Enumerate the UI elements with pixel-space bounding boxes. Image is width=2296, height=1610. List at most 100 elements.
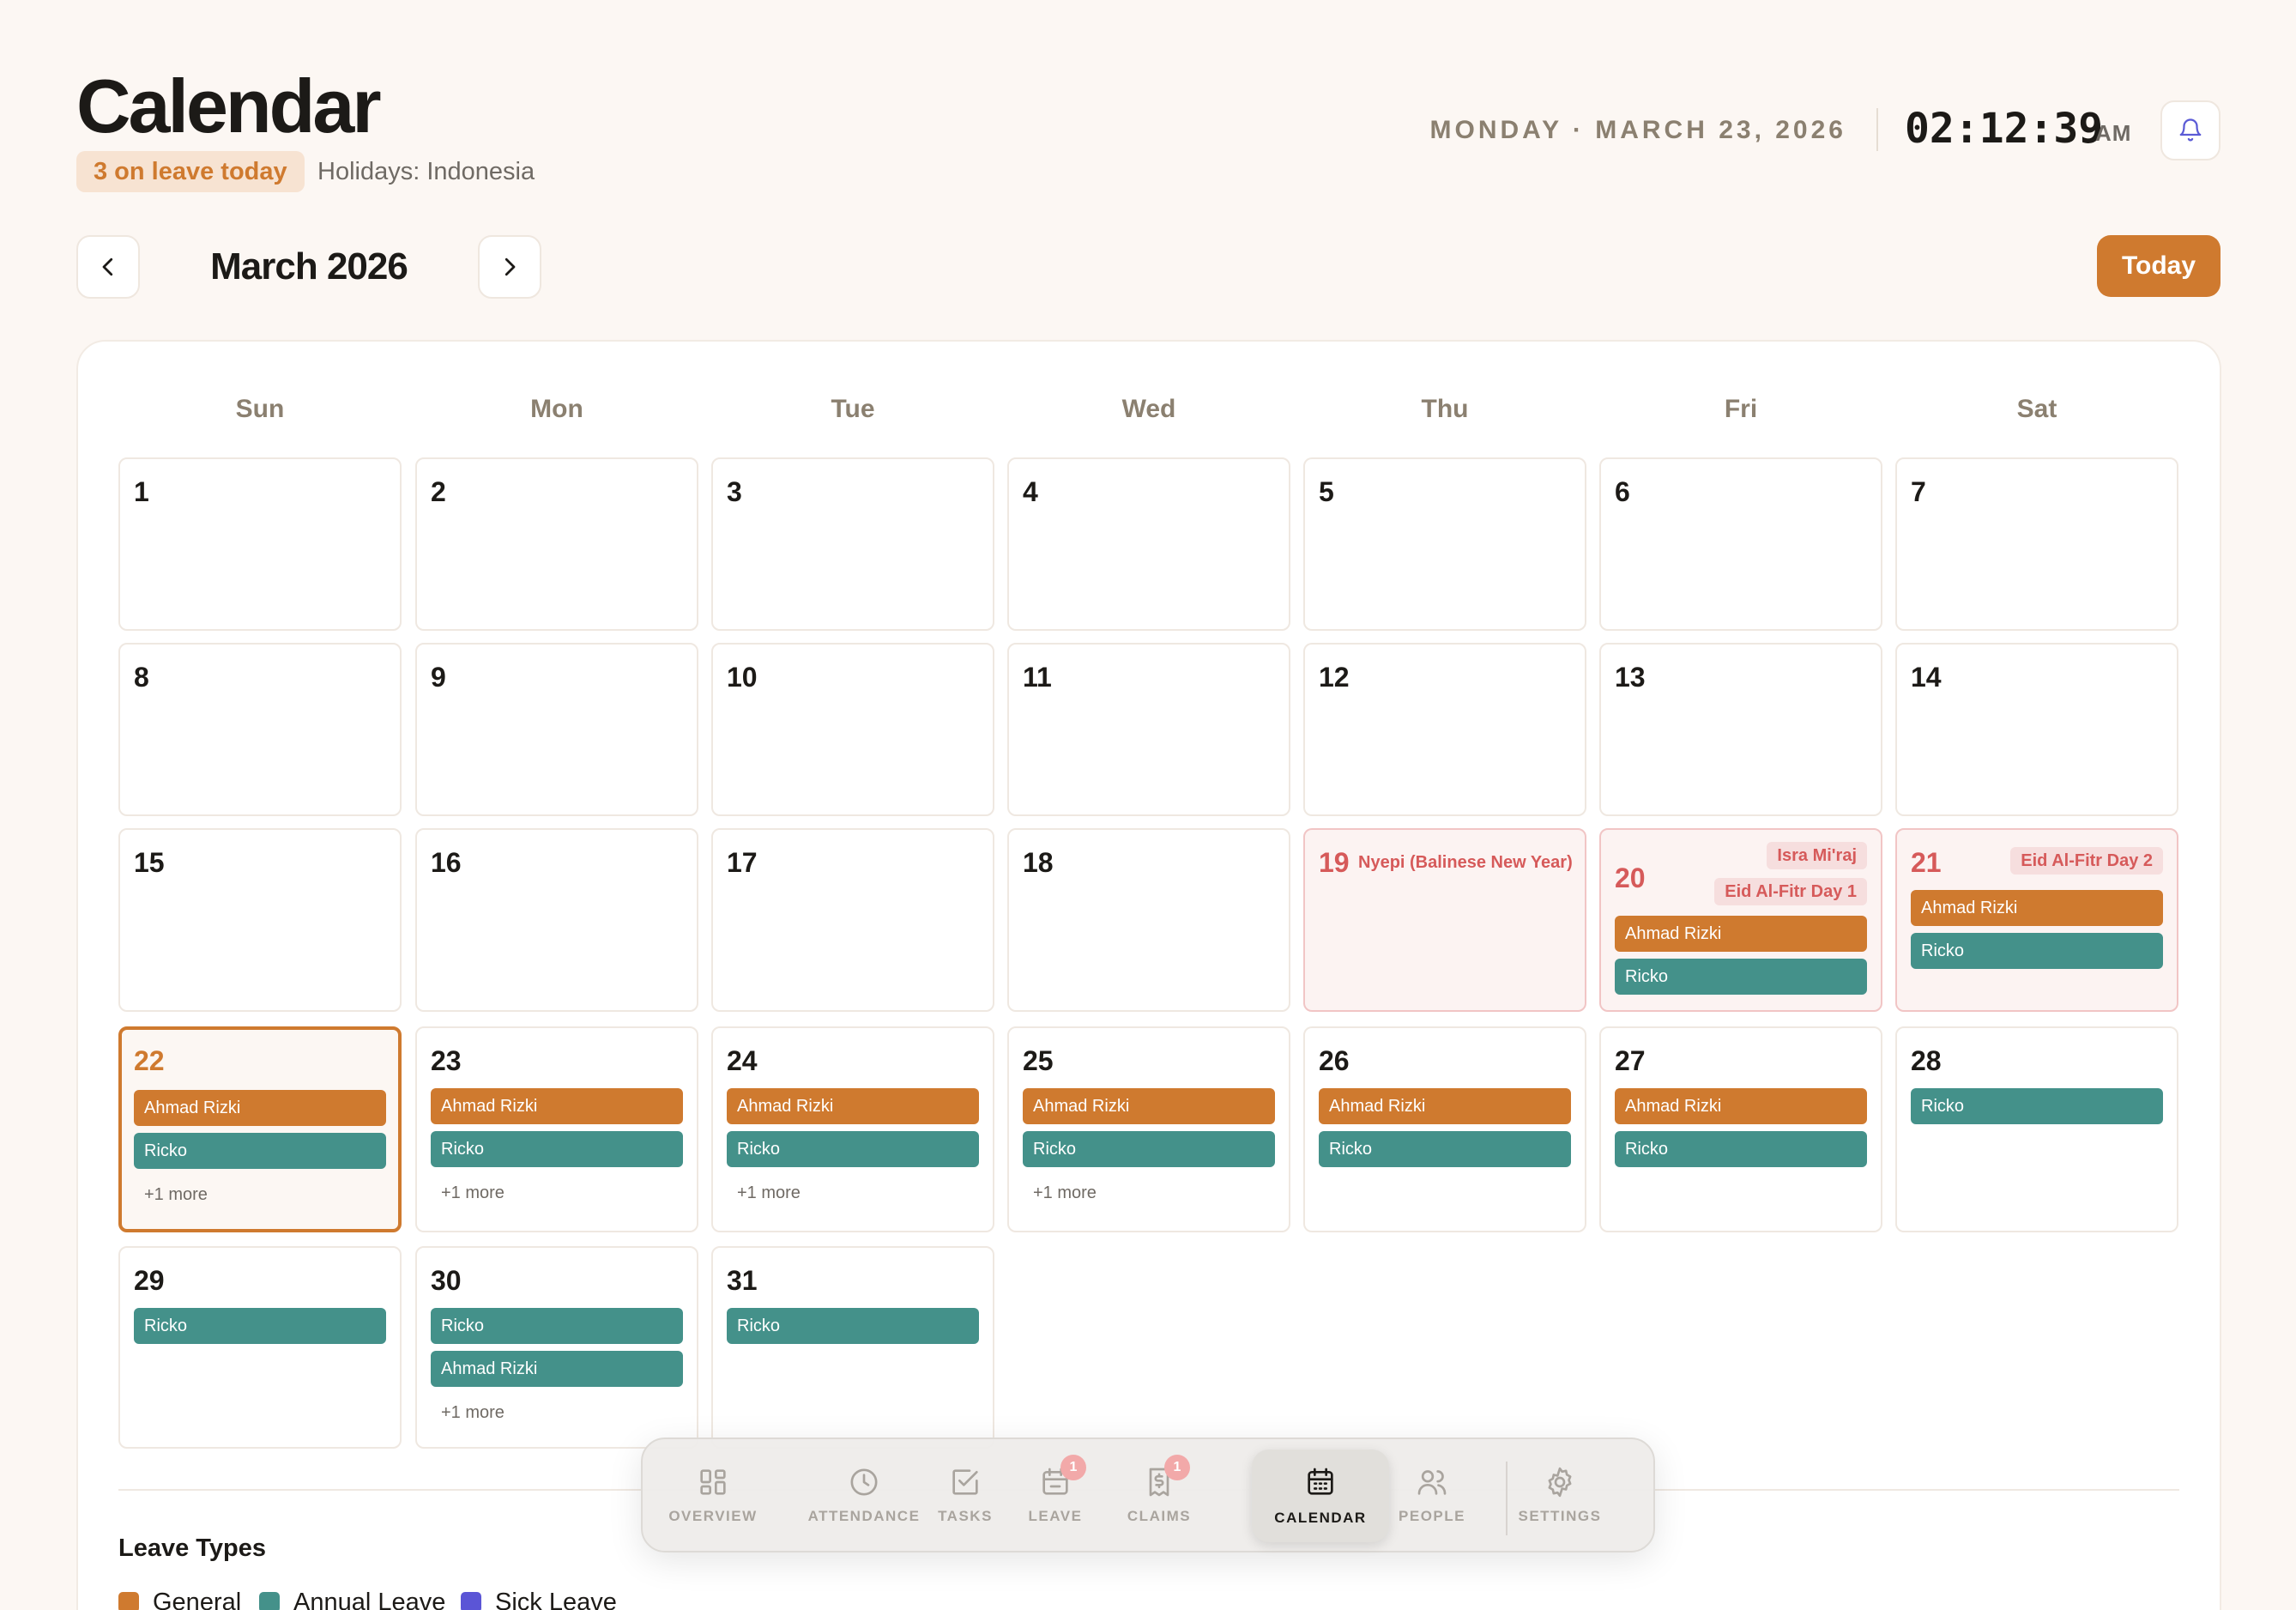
leave-event-bar[interactable]: Ricko xyxy=(134,1308,386,1344)
leave-event-bar[interactable]: Ahmad Rizki xyxy=(1615,1088,1867,1124)
weekday-tue: Tue xyxy=(831,395,875,423)
day-cell-18[interactable]: 18 xyxy=(1007,828,1290,1012)
holiday-label: Nyepi (Balinese New Year) xyxy=(1358,853,1573,872)
leave-event-bar[interactable]: Ahmad Rizki xyxy=(727,1088,979,1124)
leave-event-bar[interactable]: Ricko xyxy=(1911,1088,2163,1124)
day-cell-5[interactable]: 5 xyxy=(1303,457,1586,631)
day-cell-2[interactable]: 2 xyxy=(415,457,698,631)
leave-event-bar[interactable]: Ahmad Rizki xyxy=(431,1351,683,1387)
day-cell-17[interactable]: 17 xyxy=(711,828,994,1012)
day-number: 25 xyxy=(1023,1045,1054,1076)
leave-event-bar[interactable]: Ricko xyxy=(134,1133,386,1169)
day-cell-16[interactable]: 16 xyxy=(415,828,698,1012)
more-events-link[interactable]: +1 more xyxy=(441,1181,505,1205)
more-events-link[interactable]: +1 more xyxy=(737,1181,801,1205)
previous-month-button[interactable] xyxy=(76,235,140,299)
day-number: 14 xyxy=(1911,662,1942,693)
day-cell-22[interactable]: 22 Ahmad Rizki Ricko +1 more xyxy=(118,1026,402,1232)
day-cell-28[interactable]: 28 Ricko xyxy=(1895,1026,2178,1232)
on-leave-badge[interactable]: 3 on leave today xyxy=(76,151,305,192)
holidays-region-label: Holidays: Indonesia xyxy=(317,158,535,185)
chevron-left-icon xyxy=(102,257,113,276)
day-number: 3 xyxy=(727,476,742,507)
day-number: 1 xyxy=(134,476,149,507)
more-events-link[interactable]: +1 more xyxy=(441,1401,505,1425)
day-cell-13[interactable]: 13 xyxy=(1599,643,1882,816)
day-number: 8 xyxy=(134,662,149,693)
day-number: 9 xyxy=(431,662,446,693)
day-cell-24[interactable]: 24 Ahmad Rizki Ricko +1 more xyxy=(711,1026,994,1232)
day-number: 24 xyxy=(727,1045,758,1076)
legend-item-sick-leave: Sick Leave xyxy=(461,1589,617,1610)
grid-icon xyxy=(696,1465,730,1499)
leave-event-bar[interactable]: Ahmad Rizki xyxy=(431,1088,683,1124)
day-cell-26[interactable]: 26 Ahmad Rizki Ricko xyxy=(1303,1026,1586,1232)
legend-item-annual-leave: Annual Leave xyxy=(259,1589,445,1610)
day-number: 21 xyxy=(1911,847,1942,878)
day-cell-30[interactable]: 30 Ricko Ahmad Rizki +1 more xyxy=(415,1246,698,1449)
day-cell-3[interactable]: 3 xyxy=(711,457,994,631)
clock-icon xyxy=(847,1465,881,1499)
people-icon xyxy=(1415,1465,1449,1499)
leave-event-bar[interactable]: Ahmad Rizki xyxy=(1911,890,2163,926)
holiday-label: Eid Al-Fitr Day 2 xyxy=(2010,847,2163,875)
more-events-link[interactable]: +1 more xyxy=(1033,1181,1097,1205)
leave-event-bar[interactable]: Ricko xyxy=(1023,1131,1275,1167)
more-events-link[interactable]: +1 more xyxy=(144,1183,208,1207)
next-month-button[interactable] xyxy=(478,235,541,299)
nav-tasks[interactable]: TASKS xyxy=(922,1456,1008,1539)
nav-calendar[interactable]: CALENDAR xyxy=(1252,1450,1389,1542)
legend-label: Annual Leave xyxy=(293,1588,446,1610)
nav-leave[interactable]: LEAVE 1 xyxy=(1008,1455,1103,1539)
day-number: 5 xyxy=(1319,476,1334,507)
checkbox-icon xyxy=(948,1465,982,1499)
day-number: 18 xyxy=(1023,847,1054,878)
legend-item-general: General xyxy=(118,1589,241,1610)
day-cell-10[interactable]: 10 xyxy=(711,643,994,816)
day-cell-9[interactable]: 9 xyxy=(415,643,698,816)
day-cell-4[interactable]: 4 xyxy=(1007,457,1290,631)
nav-people[interactable]: PEOPLE xyxy=(1381,1456,1483,1539)
leave-event-bar[interactable]: Ricko xyxy=(1319,1131,1571,1167)
nav-settings[interactable]: SETTINGS xyxy=(1495,1456,1624,1539)
nav-label: SETTINGS xyxy=(1518,1508,1602,1524)
day-cell-6[interactable]: 6 xyxy=(1599,457,1882,631)
leave-event-bar[interactable]: Ricko xyxy=(431,1308,683,1344)
day-cell-7[interactable]: 7 xyxy=(1895,457,2178,631)
day-cell-15[interactable]: 15 xyxy=(118,828,402,1012)
nav-attendance[interactable]: ATTENDANCE xyxy=(787,1456,941,1539)
today-button[interactable]: Today xyxy=(2097,235,2220,297)
day-cell-27[interactable]: 27 Ahmad Rizki Ricko xyxy=(1599,1026,1882,1232)
day-cell-20[interactable]: 20 Isra Mi'raj Eid Al-Fitr Day 1 Ahmad Rizk… xyxy=(1599,828,1882,1012)
day-cell-8[interactable]: 8 xyxy=(118,643,402,816)
leave-event-bar[interactable]: Ricko xyxy=(431,1131,683,1167)
leave-event-bar[interactable]: Ricko xyxy=(1615,1131,1867,1167)
day-cell-23[interactable]: 23 Ahmad Rizki Ricko +1 more xyxy=(415,1026,698,1232)
day-number: 31 xyxy=(727,1265,758,1296)
leave-event-bar[interactable]: Ricko xyxy=(1615,959,1867,995)
day-cell-29[interactable]: 29 Ricko xyxy=(118,1246,402,1449)
legend-swatch xyxy=(118,1592,139,1610)
leave-event-bar[interactable]: Ricko xyxy=(727,1308,979,1344)
day-cell-12[interactable]: 12 xyxy=(1303,643,1586,816)
leave-event-bar[interactable]: Ahmad Rizki xyxy=(1319,1088,1571,1124)
day-number: 27 xyxy=(1615,1045,1646,1076)
leave-event-bar[interactable]: Ahmad Rizki xyxy=(1615,916,1867,952)
day-cell-11[interactable]: 11 xyxy=(1007,643,1290,816)
day-cell-1[interactable]: 1 xyxy=(118,457,402,631)
nav-claims[interactable]: CLAIMS 1 xyxy=(1108,1455,1211,1539)
weekday-sun: Sun xyxy=(235,395,285,423)
day-cell-19[interactable]: 19 Nyepi (Balinese New Year) xyxy=(1303,828,1586,1012)
day-cell-14[interactable]: 14 xyxy=(1895,643,2178,816)
day-cell-25[interactable]: 25 Ahmad Rizki Ricko +1 more xyxy=(1007,1026,1290,1232)
day-cell-31[interactable]: 31 Ricko xyxy=(711,1246,994,1449)
notification-badge: 1 xyxy=(1060,1455,1086,1480)
clock-ampm: AM xyxy=(2095,120,2132,146)
leave-event-bar[interactable]: Ricko xyxy=(727,1131,979,1167)
day-cell-21[interactable]: 21 Eid Al-Fitr Day 2 Ahmad Rizki Ricko xyxy=(1895,828,2178,1012)
leave-event-bar[interactable]: Ricko xyxy=(1911,933,2163,969)
leave-event-bar[interactable]: Ahmad Rizki xyxy=(1023,1088,1275,1124)
leave-event-bar[interactable]: Ahmad Rizki xyxy=(134,1090,386,1126)
notifications-button[interactable] xyxy=(2160,100,2220,160)
nav-overview[interactable]: OVERVIEW xyxy=(653,1456,773,1539)
